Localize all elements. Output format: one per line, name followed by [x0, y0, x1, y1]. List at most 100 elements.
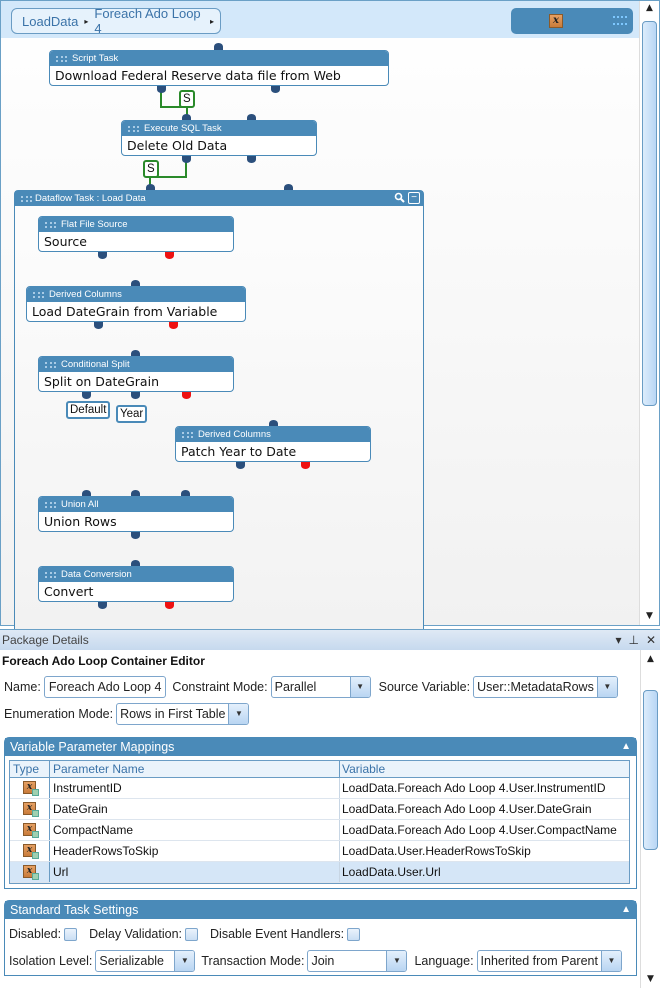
parameter-name-cell[interactable]: HeaderRowsToSkip — [50, 841, 340, 861]
chevron-down-icon[interactable]: ▼ — [596, 677, 617, 697]
output-port[interactable] — [236, 462, 245, 469]
path-label-year[interactable]: Year — [116, 405, 148, 423]
data-conversion-node[interactable]: Data Conversion Convert — [38, 566, 234, 602]
execute-sql-task-node[interactable]: Execute SQL Task Delete Old Data — [121, 120, 317, 156]
delay-validation-label: Delay Validation: — [89, 927, 183, 941]
table-row[interactable]: x HeaderRowsToSkip LoadData.User.HeaderRow… — [10, 841, 629, 862]
constraint-mode-select[interactable]: Parallel ▼ — [270, 676, 371, 698]
variable-cell[interactable]: LoadData.Foreach Ado Loop 4.User.Instrum… — [340, 778, 629, 798]
success-constraint-label[interactable]: S — [179, 90, 195, 108]
package-designer-canvas[interactable]: LoadData ▸ Foreach Ado Loop 4 ▸ x Script… — [0, 0, 660, 630]
chevron-down-icon[interactable]: ▼ — [349, 677, 370, 697]
table-row[interactable]: x CompactName LoadData.Foreach Ado Loop 4.… — [10, 820, 629, 841]
column-header-type[interactable]: Type — [10, 761, 50, 777]
node-header: Derived Columns — [176, 427, 370, 442]
output-port[interactable] — [98, 252, 107, 259]
designer-vertical-scrollbar[interactable]: ▲ ▼ — [639, 1, 659, 625]
success-constraint-label[interactable]: S — [143, 160, 159, 178]
table-row[interactable]: x InstrumentID LoadData.Foreach Ado Loop 4… — [10, 778, 629, 799]
output-port[interactable] — [131, 532, 140, 539]
scroll-up-icon[interactable]: ▲ — [641, 654, 660, 664]
variable-cell[interactable]: LoadData.Foreach Ado Loop 4.User.DateGra… — [340, 799, 629, 819]
magnifier-icon[interactable] — [393, 192, 405, 204]
close-icon[interactable]: ✕ — [646, 630, 656, 650]
table-row[interactable]: x Url LoadData.User.Url — [10, 862, 629, 883]
disabled-checkbox[interactable] — [64, 927, 78, 941]
section-header[interactable]: Variable Parameter Mappings ▲ — [5, 738, 636, 756]
scrollbar-thumb[interactable] — [642, 21, 657, 406]
parameter-name-cell[interactable]: DateGrain — [50, 799, 340, 819]
pin-icon[interactable]: ⊥ — [628, 630, 638, 650]
error-output-port[interactable] — [165, 602, 174, 609]
isolation-level-select[interactable]: Serializable ▼ — [95, 950, 196, 972]
scroll-down-icon[interactable]: ▼ — [640, 611, 659, 621]
scroll-down-icon[interactable]: ▼ — [641, 974, 660, 984]
flat-file-source-node[interactable]: Flat File Source Source — [38, 216, 234, 252]
parameter-name-cell[interactable]: Url — [50, 862, 340, 882]
table-row[interactable]: x DateGrain LoadData.Foreach Ado Loop 4.Us… — [10, 799, 629, 820]
output-port[interactable] — [182, 156, 191, 163]
enumeration-mode-label: Enumeration Mode: — [4, 707, 114, 721]
disable-event-handlers-checkbox[interactable] — [347, 927, 361, 941]
chevron-down-icon[interactable]: ▼ — [174, 951, 195, 971]
derived-columns-node[interactable]: Derived Columns Load DateGrain from Vari… — [26, 286, 246, 322]
variables-panel-button[interactable]: x — [511, 8, 633, 34]
node-name: Convert — [44, 584, 94, 599]
transaction-mode-select[interactable]: Join ▼ — [307, 950, 408, 972]
scrollbar-thumb[interactable] — [643, 690, 658, 850]
variable-cell[interactable]: LoadData.User.Url — [340, 862, 629, 882]
breadcrumb-item-loaddata[interactable]: LoadData — [22, 14, 78, 29]
language-select[interactable]: Inherited from Parent ▼ — [476, 950, 622, 972]
output-port[interactable] — [271, 86, 280, 93]
conditional-split-node[interactable]: Conditional Split Split on DateGrain — [38, 356, 234, 392]
scroll-up-icon[interactable]: ▲ — [640, 3, 659, 13]
source-variable-select[interactable]: User::MetadataRows ▼ — [473, 676, 618, 698]
dropdown-menu-icon[interactable]: ▾ — [615, 630, 621, 650]
collapse-section-icon[interactable]: ▲ — [621, 738, 631, 756]
output-port[interactable] — [98, 602, 107, 609]
input-port[interactable] — [214, 43, 223, 50]
variable-cell[interactable]: LoadData.Foreach Ado Loop 4.User.Compact… — [340, 820, 629, 840]
delay-validation-checkbox[interactable] — [185, 927, 199, 941]
grip-icon — [21, 196, 32, 202]
output-port[interactable] — [82, 392, 91, 399]
variable-cell[interactable]: LoadData.User.HeaderRowsToSkip — [340, 841, 629, 861]
chevron-down-icon[interactable]: ▼ — [600, 951, 621, 971]
type-cell: x — [10, 841, 50, 861]
breadcrumb-separator-icon[interactable]: ▸ — [210, 17, 214, 26]
union-all-node[interactable]: Union All Union Rows — [38, 496, 234, 532]
output-port[interactable] — [157, 86, 166, 93]
error-output-port[interactable] — [165, 252, 174, 259]
output-port[interactable] — [94, 322, 103, 329]
collapse-icon[interactable]: − — [408, 192, 420, 204]
parameter-name-cell[interactable]: InstrumentID — [50, 778, 340, 798]
node-header: Flat File Source — [39, 217, 233, 232]
node-name: Union Rows — [44, 514, 117, 529]
details-vertical-scrollbar[interactable]: ▲ ▼ — [640, 650, 660, 988]
collapse-section-icon[interactable]: ▲ — [621, 901, 631, 919]
variable-icon: x — [23, 823, 39, 838]
name-input[interactable]: Foreach Ado Loop 4 — [43, 676, 167, 698]
parameter-name-cell[interactable]: CompactName — [50, 820, 340, 840]
error-output-port[interactable] — [169, 322, 178, 329]
grip-icon — [33, 292, 44, 298]
output-port[interactable] — [247, 156, 256, 163]
column-header-parameter-name[interactable]: Parameter Name — [50, 761, 340, 777]
path-label-default[interactable]: Default — [66, 401, 111, 419]
chevron-down-icon[interactable]: ▼ — [228, 704, 249, 724]
breadcrumb-item-foreach-ado-loop[interactable]: Foreach Ado Loop 4 — [94, 6, 204, 36]
error-output-port[interactable] — [182, 392, 191, 399]
enumeration-mode-select[interactable]: Rows in First Table ▼ — [116, 703, 250, 725]
derived-columns-node[interactable]: Derived Columns Patch Year to Date — [175, 426, 371, 462]
variable-x-icon[interactable]: x — [549, 14, 563, 28]
column-header-variable[interactable]: Variable — [340, 761, 629, 777]
chevron-down-icon[interactable]: ▼ — [386, 951, 407, 971]
script-task-node[interactable]: Script Task Download Federal Reserve dat… — [49, 50, 389, 86]
drag-grip-icon[interactable] — [613, 16, 627, 25]
designer-header: LoadData ▸ Foreach Ado Loop 4 ▸ x — [1, 1, 639, 38]
section-header[interactable]: Standard Task Settings ▲ — [5, 901, 636, 919]
error-output-port[interactable] — [301, 462, 310, 469]
grip-icon — [45, 502, 56, 508]
node-header: Execute SQL Task — [122, 121, 316, 136]
output-port[interactable] — [131, 392, 140, 399]
